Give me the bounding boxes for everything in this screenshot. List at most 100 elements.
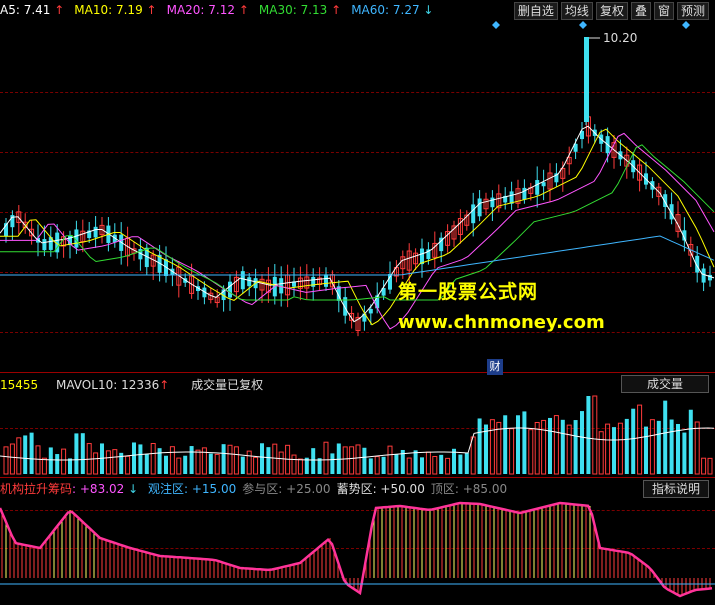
candle-body [477, 198, 482, 217]
volume-bar [477, 418, 482, 474]
volume-bar [125, 455, 131, 475]
volume-bar [528, 429, 534, 475]
toolbar-button[interactable]: 叠 [630, 2, 651, 20]
toolbar-button[interactable]: 预测 [676, 2, 709, 20]
mavol-label: MAVOL10: 12336 [56, 378, 160, 392]
volume-bar [144, 453, 149, 474]
arrow-up-icon: ↑ [327, 3, 342, 17]
volume-legend-bar: 15455 MAVOL10: 12336↑ 成交量已复权 [0, 376, 263, 394]
toolbar-button[interactable]: 均线 [560, 2, 593, 20]
volume-bar [208, 453, 213, 474]
volume-bar [278, 451, 284, 475]
moving-average-line [0, 144, 715, 301]
ma-legend-item: MA60: 7.27 ↓ [351, 3, 434, 17]
candle-body [228, 281, 232, 298]
price-high-label: 10.20 [603, 31, 638, 45]
toolbar-button[interactable]: 复权 [595, 2, 628, 20]
toolbar-button[interactable]: 窗 [653, 2, 674, 20]
candle-body [240, 271, 245, 290]
volume-bar [221, 444, 226, 474]
volume-bar [649, 419, 655, 475]
volume-bar [624, 418, 629, 474]
indicator-zone-label: 观注区: +15.00 [148, 482, 237, 496]
volume-bar [35, 445, 41, 475]
chart-toolbar: 删自选 均线 复权叠窗预测 [513, 2, 709, 20]
ma-legend-item: MA30: 7.13 ↑ [258, 3, 342, 17]
candle-body [584, 37, 589, 122]
indicator-legend-bar: 机构拉升筹码: +83.02 ↓ 观注区: +15.00 参与区: +25.00 蓄… [0, 480, 507, 498]
volume-bar [311, 448, 316, 474]
candle-body [471, 204, 476, 224]
toolbar-button[interactable]: 删自选 [513, 2, 558, 20]
candle-body [368, 308, 373, 314]
volume-bar [374, 456, 380, 475]
volume-bar [676, 423, 680, 474]
volume-bar [464, 452, 469, 474]
volume-bar [420, 457, 424, 474]
volume-bar [132, 442, 136, 474]
indicator-help-button[interactable]: 指标说明 [642, 480, 709, 498]
volume-bar [176, 457, 182, 475]
panel-divider [0, 372, 715, 373]
indicator-value: : +83.02 [72, 482, 125, 496]
volume-bar [586, 396, 591, 474]
volume-bar [534, 421, 540, 475]
volume-bar [9, 443, 15, 475]
finance-event-marker[interactable]: 财 [487, 359, 503, 375]
volume-bar [516, 415, 520, 474]
volume-bar [439, 454, 444, 474]
candlestick-chart [0, 37, 715, 337]
volume-bar [580, 411, 584, 474]
ma-legend-item: MA10: 7.19 ↑ [74, 3, 157, 17]
watermark-title: 第一股票公式网 [398, 281, 539, 303]
volume-bar [503, 415, 508, 474]
volume-indicator-button[interactable]: 成交量 [621, 375, 709, 393]
volume-bar [605, 423, 611, 475]
volume-bar [189, 446, 194, 474]
volume-bar [297, 458, 303, 475]
indicator-zone-label: 参与区: +25.00 [242, 482, 331, 496]
arrow-up-icon: ↑ [235, 3, 249, 17]
volume-bar [240, 456, 245, 474]
volume-bar [644, 426, 648, 474]
volume-bar [682, 432, 687, 474]
volume-bar [105, 450, 111, 475]
volume-bar [150, 442, 156, 475]
moving-average-line [0, 125, 715, 323]
volume-bar [631, 408, 636, 474]
volume-bar [548, 417, 552, 474]
volume-bar [93, 452, 99, 475]
volume-bar [349, 446, 355, 475]
volume-bar [55, 454, 60, 474]
volume-bar [183, 455, 188, 474]
volume-bar [387, 445, 393, 475]
volume-bar [509, 428, 515, 475]
volume-bar [323, 441, 329, 475]
volume-bar [688, 409, 693, 474]
candle-body [509, 191, 514, 204]
volume-bar [112, 449, 118, 475]
volume-bar [663, 400, 668, 474]
volume-bar [330, 453, 335, 474]
ma-legend-item: MA20: 7.12 ↑ [166, 3, 249, 17]
volume-bar [41, 457, 47, 475]
candle-body [490, 197, 495, 208]
volume-bar [432, 455, 438, 475]
volume-bar [3, 446, 9, 475]
volume-bar [553, 415, 559, 475]
ma-legend-item: A5: 7.41 ↑ [0, 3, 65, 17]
arrow-up-icon: ↑ [142, 3, 157, 17]
volume-bar [195, 449, 201, 475]
candle-body [324, 274, 328, 287]
volume-bar [522, 411, 527, 474]
candle-body [42, 239, 47, 251]
volume-bar [48, 447, 53, 474]
candle-body [701, 268, 706, 283]
volume-bar [701, 457, 707, 475]
arrow-down-icon: ↓ [128, 482, 139, 496]
volume-bar [413, 450, 418, 474]
event-marker-icon [682, 21, 690, 29]
indicator-name: 机构拉升筹码 [0, 482, 73, 496]
volume-bar [138, 444, 143, 474]
volume-bar [260, 443, 264, 474]
